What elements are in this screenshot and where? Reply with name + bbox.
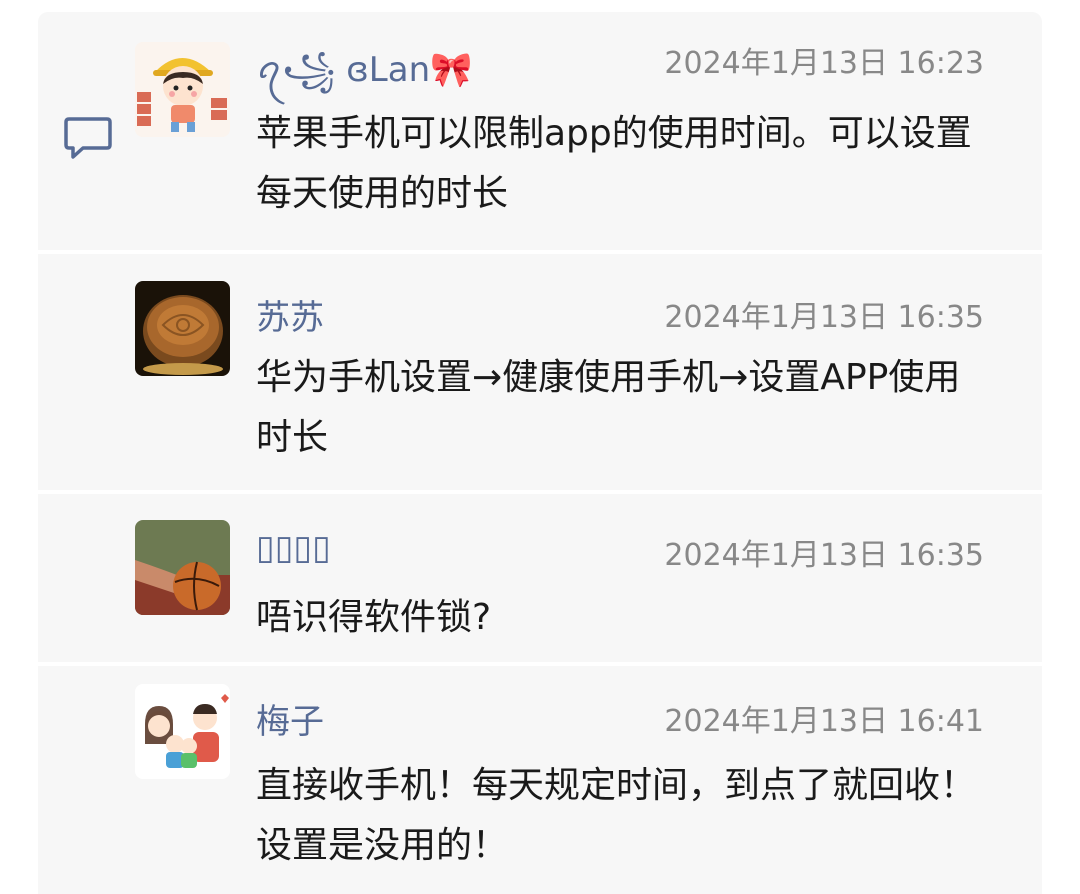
avatar[interactable]	[135, 281, 230, 376]
comments-panel: ꪖ꧁ ɞLan🎀 2024年1月13日 16:23 苹果手机可以限制app的使用…	[38, 12, 1042, 894]
comment-item[interactable]: ▯▯▯▯ 2024年1月13日 16:35 唔识得软件锁?	[38, 494, 1042, 662]
comment-author[interactable]: 苏苏	[256, 290, 324, 339]
avatar[interactable]	[135, 684, 230, 779]
family-avatar-icon	[135, 684, 230, 779]
avatar[interactable]	[135, 42, 230, 137]
comment-text: 苹果手机可以限制app的使用时间。可以设置每天使用的时长	[256, 113, 972, 214]
girl-avatar-icon	[135, 42, 230, 137]
comment-item[interactable]: 苏苏 2024年1月13日 16:35 华为手机设置→健康使用手机→设置APP使…	[38, 254, 1042, 490]
comment-text: 华为手机设置→健康使用手机→设置APP使用时长	[256, 357, 961, 458]
comment-time: 2024年1月13日 16:41	[664, 704, 984, 739]
comment-time: 2024年1月13日 16:35	[664, 538, 984, 573]
comment-time: 2024年1月13日 16:35	[664, 300, 984, 335]
basketball-avatar-icon	[135, 520, 230, 615]
comment-time: 2024年1月13日 16:23	[664, 46, 984, 81]
comment-text: 直接收手机！每天规定时间，到点了就回收！设置是没用的！	[256, 765, 977, 866]
avatar[interactable]	[135, 520, 230, 615]
comment-item[interactable]: ꪖ꧁ ɞLan🎀 2024年1月13日 16:23 苹果手机可以限制app的使用…	[38, 12, 1042, 250]
comment-text: 唔识得软件锁?	[256, 597, 492, 638]
mooncake-avatar-icon	[135, 281, 230, 376]
comment-author[interactable]: ▯▯▯▯	[256, 528, 331, 568]
comment-item[interactable]: 梅子 2024年1月13日 16:41 直接收手机！每天规定时间，到点了就回收！…	[38, 666, 1042, 894]
comment-author[interactable]: ꪖ꧁ ɞLan🎀	[256, 36, 472, 113]
comment-author[interactable]: 梅子	[256, 694, 324, 743]
